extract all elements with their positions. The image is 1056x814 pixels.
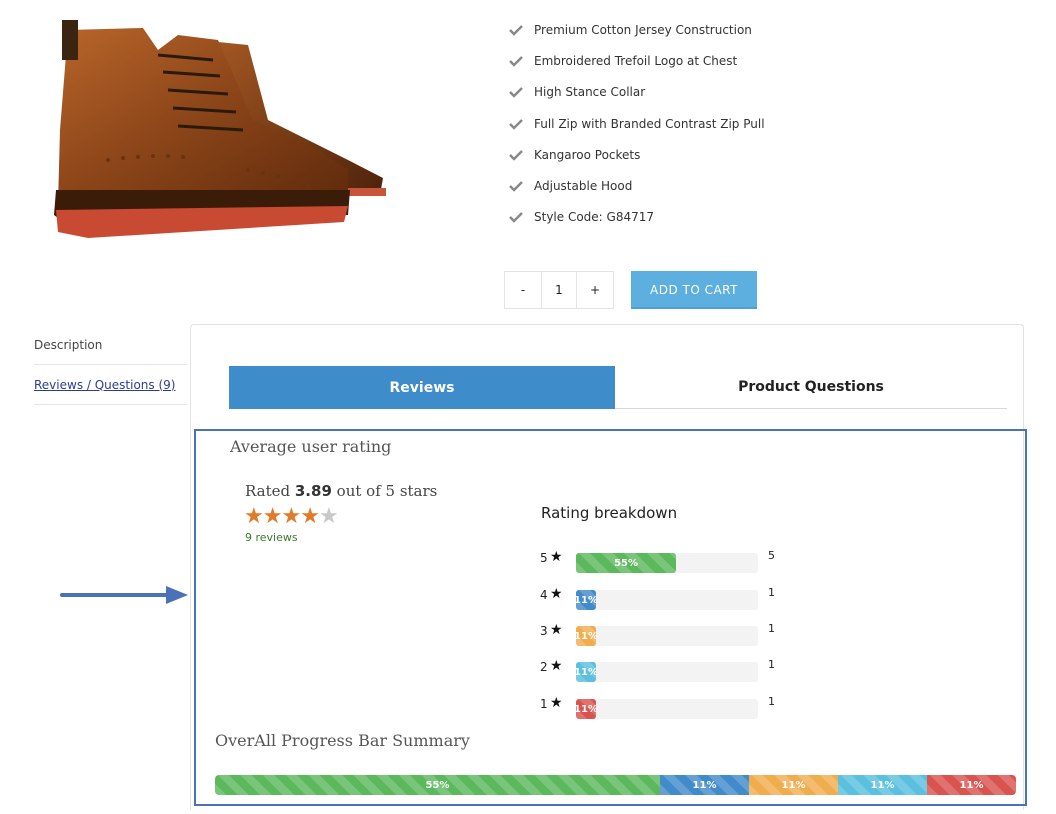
star-icon: ★ [550, 622, 563, 638]
rating-progress-fill: 11% [576, 626, 597, 646]
summary-segment: 55% [215, 775, 660, 795]
feature-item: Adjustable Hood [508, 170, 765, 201]
summary-progress-bar: 55% 11% 11% 11% 11% [215, 775, 1016, 795]
rating-progress-track: 11% [576, 699, 758, 719]
feature-text: Embroidered Trefoil Logo at Chest [534, 53, 738, 68]
rating-breakdown-title: Rating breakdown [541, 504, 678, 522]
rating-value: 3.89 [294, 482, 332, 500]
feature-text: Style Code: G84717 [534, 210, 655, 225]
rating-row-stars: 2 [540, 660, 548, 674]
feature-text: Full Zip with Branded Contrast Zip Pull [534, 116, 765, 131]
feature-text: Kangaroo Pockets [534, 147, 641, 162]
star-icon: ★ [244, 504, 264, 529]
tab-reviews[interactable]: Reviews [229, 366, 615, 409]
star-rating: ★★★★★ [244, 504, 339, 529]
side-tabs: Description Reviews / Questions (9) [34, 325, 187, 405]
feature-item: Style Code: G84717 [508, 202, 765, 233]
check-icon [509, 212, 523, 224]
rating-progress-track: 55% [576, 553, 758, 573]
rated-suffix: out of 5 stars [336, 482, 438, 500]
rating-row: 2 ★ 11% 1 [540, 658, 790, 682]
summary-segment: 11% [927, 775, 1016, 795]
star-icon: ★ [550, 549, 563, 565]
star-icon: ★ [300, 504, 320, 529]
rated-prefix: Rated [245, 482, 291, 500]
feature-item: Kangaroo Pockets [508, 139, 765, 170]
rating-row-count: 1 [768, 695, 775, 708]
quantity-input[interactable]: 1 [541, 272, 577, 308]
star-icon: ★ [262, 504, 283, 529]
rating-row-stars: 1 [540, 697, 548, 711]
quantity-stepper: - 1 + [504, 271, 614, 309]
check-icon [509, 24, 523, 36]
review-count[interactable]: 9 reviews [245, 531, 298, 544]
rating-row: 4 ★ 11% 1 [540, 586, 790, 610]
summary-segment: 11% [660, 775, 749, 795]
summary-segment: 11% [749, 775, 838, 795]
summary-segment: 11% [838, 775, 927, 795]
side-tab-description[interactable]: Description [34, 325, 187, 365]
rating-progress-fill: 11% [576, 590, 597, 610]
tab-product-questions[interactable]: Product Questions [615, 366, 1007, 409]
rating-progress-track: 11% [576, 662, 758, 682]
rating-row-stars: 4 [540, 588, 548, 602]
feature-text: High Stance Collar [534, 85, 646, 100]
star-icon: ★ [281, 504, 301, 529]
star-icon: ★ [550, 695, 563, 711]
feature-item: High Stance Collar [508, 77, 765, 108]
rating-progress-track: 11% [576, 626, 758, 646]
check-icon [509, 87, 523, 98]
rating-row-stars: 3 [540, 624, 548, 638]
summary-title: OverAll Progress Bar Summary [215, 731, 470, 750]
rating-row: 3 ★ 11% 1 [540, 622, 790, 646]
rating-summary: Rated 3.89 out of 5 stars [245, 482, 437, 500]
star-icon: ★ [550, 586, 563, 602]
rating-row: 5 ★ 55% 5 [540, 549, 790, 573]
star-empty-icon: ★ [318, 504, 339, 529]
check-icon [509, 181, 523, 192]
arrow-icon [60, 586, 188, 604]
rating-row-stars: 5 [540, 551, 548, 565]
check-icon [509, 149, 523, 161]
rating-row-count: 1 [768, 586, 775, 599]
feature-text: Adjustable Hood [534, 179, 633, 194]
rating-row-count: 5 [768, 549, 775, 562]
feature-item: Full Zip with Branded Contrast Zip Pull [508, 108, 765, 139]
quantity-increase-button[interactable]: + [577, 272, 613, 308]
check-icon [509, 118, 523, 130]
feature-list: Premium Cotton Jersey Construction Embro… [508, 14, 765, 233]
add-to-cart-button[interactable]: ADD TO CART [631, 271, 757, 309]
rating-progress-fill: 11% [576, 662, 597, 682]
check-icon [509, 56, 523, 67]
feature-text: Premium Cotton Jersey Construction [534, 22, 752, 37]
average-rating-title: Average user rating [230, 437, 392, 456]
rating-progress-track: 11% [576, 590, 758, 610]
product-image [54, 20, 386, 238]
feature-item: Premium Cotton Jersey Construction [508, 14, 765, 45]
star-icon: ★ [550, 658, 563, 674]
rating-progress-fill: 11% [576, 699, 597, 719]
rating-progress-fill: 55% [576, 553, 677, 573]
feature-item: Embroidered Trefoil Logo at Chest [508, 45, 765, 76]
rating-row-count: 1 [768, 658, 775, 671]
rating-row-count: 1 [768, 622, 775, 635]
rating-row: 1 ★ 11% 1 [540, 695, 790, 719]
quantity-decrease-button[interactable]: - [505, 272, 541, 308]
side-tab-reviews[interactable]: Reviews / Questions (9) [34, 365, 187, 405]
